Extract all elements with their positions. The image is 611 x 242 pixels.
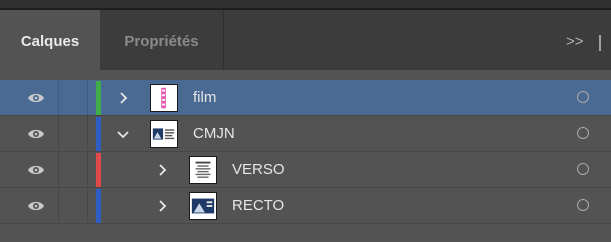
layer-color-indicator [96, 189, 101, 223]
lock-column-divider [87, 152, 88, 188]
layer-name[interactable]: RECTO [232, 188, 284, 224]
chevron-right-icon[interactable] [116, 91, 130, 105]
tab-proprietes[interactable]: Propriétés [100, 10, 223, 70]
lock-column-divider [87, 80, 88, 116]
visibility-column-divider [58, 80, 59, 116]
eye-icon[interactable] [27, 127, 45, 141]
panel-top-strip [0, 0, 611, 8]
chevron-right-icon[interactable] [155, 163, 169, 177]
eye-icon[interactable] [27, 163, 45, 177]
chevron-right-icon[interactable] [155, 199, 169, 213]
row-divider [0, 223, 611, 224]
layer-color-indicator [96, 153, 101, 187]
panel-overflow-button[interactable]: >> [566, 10, 584, 70]
layer-name[interactable]: film [193, 80, 216, 116]
film-thumbnail-icon [150, 84, 178, 112]
layer-row-verso[interactable]: VERSO [0, 152, 611, 188]
layer-row-cmjn[interactable]: CMJN [0, 116, 611, 152]
cmjn-thumbnail-icon [150, 120, 178, 148]
eye-icon[interactable] [27, 91, 45, 105]
target-circle-icon[interactable] [577, 91, 589, 103]
target-circle-icon[interactable] [577, 127, 589, 139]
layer-color-indicator [96, 117, 101, 151]
lock-column-divider [87, 116, 88, 152]
tab-separator [223, 10, 224, 70]
target-circle-icon[interactable] [577, 199, 589, 211]
target-circle-icon[interactable] [577, 163, 589, 175]
layer-row-recto[interactable]: RECTO [0, 188, 611, 224]
layer-row-film[interactable]: film [0, 80, 611, 116]
layer-name[interactable]: CMJN [193, 116, 235, 152]
eye-icon[interactable] [27, 199, 45, 213]
lock-column-divider [87, 188, 88, 224]
tab-calques[interactable]: Calques [0, 10, 100, 70]
layer-name[interactable]: VERSO [232, 152, 285, 188]
verso-thumbnail-icon [189, 156, 217, 184]
visibility-column-divider [58, 188, 59, 224]
recto-thumbnail-icon [189, 192, 217, 220]
visibility-column-divider [58, 152, 59, 188]
layer-color-indicator [96, 81, 101, 115]
visibility-column-divider [58, 116, 59, 152]
chevron-down-icon[interactable] [116, 127, 130, 141]
panel-menu-divider [599, 35, 601, 51]
